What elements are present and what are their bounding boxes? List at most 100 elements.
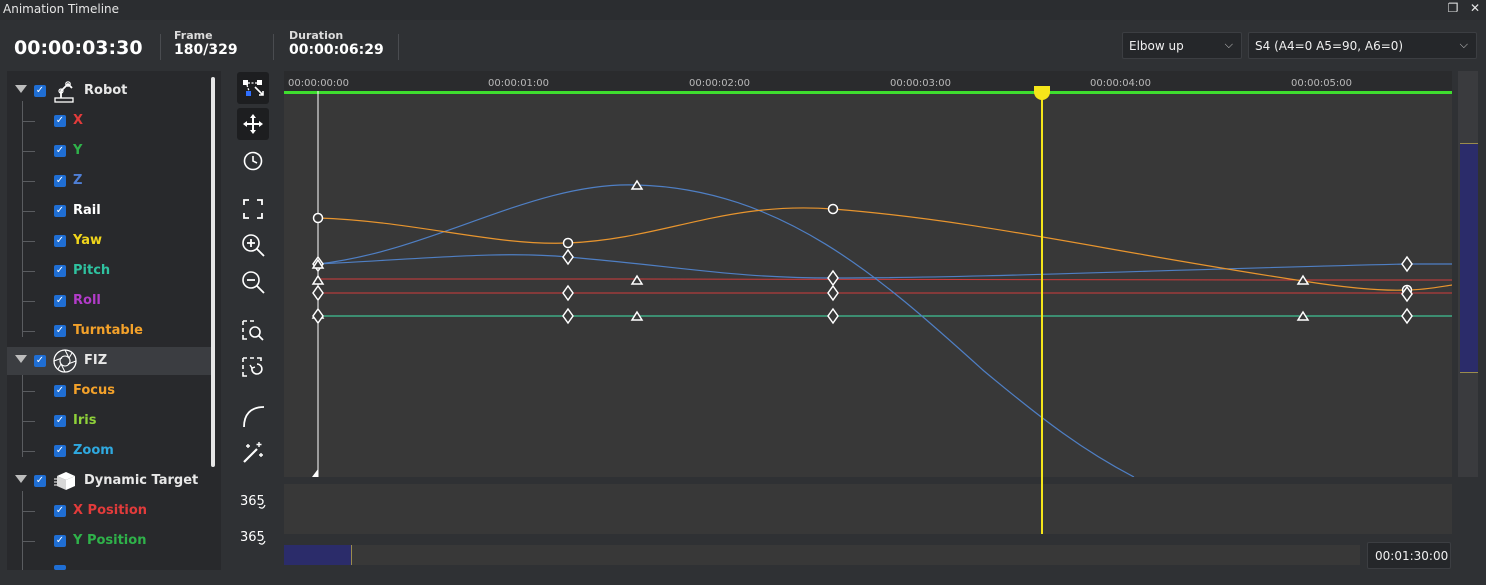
tree-item-roll[interactable]: ✓ Roll <box>7 287 211 315</box>
365-a-icon: 365 <box>240 494 266 509</box>
keyframe-diamond <box>312 284 324 302</box>
keyframe-diamond <box>562 284 574 302</box>
arm-config-select[interactable]: Elbow up ⌵ <box>1122 32 1242 59</box>
dynamic-target-checkbox[interactable]: ✓ <box>34 475 46 487</box>
tree-item-y[interactable]: ✓ Y <box>7 137 211 165</box>
rail-checkbox[interactable]: ✓ <box>54 205 66 217</box>
tree-item-y-position[interactable]: ✓ Y Position <box>7 527 211 555</box>
tree-item-dynamic-target[interactable]: ✓ Dynamic Target <box>7 467 211 495</box>
frame-label: Frame <box>174 29 213 42</box>
cube-icon <box>54 472 75 490</box>
y-checkbox[interactable]: ✓ <box>54 145 66 157</box>
z-checkbox[interactable]: ✓ <box>54 175 66 187</box>
keyframe-diamond <box>1401 307 1413 325</box>
x-checkbox[interactable]: ✓ <box>54 115 66 127</box>
title-bar: Animation Timeline ❐ ✕ <box>0 0 1486 20</box>
graph-vertical-scrollbar[interactable] <box>1458 71 1478 477</box>
roll-checkbox[interactable]: ✓ <box>54 295 66 307</box>
keyframe-circle <box>312 212 324 224</box>
iris-checkbox[interactable]: ✓ <box>54 415 66 427</box>
365-a-button[interactable]: 365 <box>237 485 269 517</box>
collapse-arrow-icon[interactable] <box>15 475 27 483</box>
tree-item-robot[interactable]: ✓ Robot <box>7 77 211 105</box>
end-time-field[interactable]: 00:01:30:00 <box>1367 542 1451 569</box>
reset-view-button[interactable] <box>237 352 269 384</box>
event-track[interactable] <box>284 484 1452 534</box>
keyframe-diamond <box>562 248 574 266</box>
collapse-arrow-icon[interactable] <box>15 355 27 363</box>
tree-item-label: Y Position <box>73 533 147 548</box>
tree-item-turntable[interactable]: ✓ Turntable <box>7 317 211 345</box>
zoom-in-button[interactable] <box>237 229 269 261</box>
robot-arm-icon <box>54 81 74 103</box>
close-button[interactable]: ✕ <box>1467 1 1483 15</box>
y-position-checkbox[interactable]: ✓ <box>54 535 66 547</box>
keyframe-diamond <box>562 307 574 325</box>
restore-button[interactable]: ❐ <box>1445 1 1461 15</box>
magic-wand-button[interactable] <box>237 437 269 469</box>
zoom-out-button[interactable] <box>237 266 269 298</box>
z2-curve <box>317 184 1135 477</box>
curve-graph[interactable]: 00:00:00:00 00:00:01:00 00:00:02:00 00:0… <box>284 71 1452 477</box>
tree-item-z[interactable]: ✓ Z <box>7 167 211 195</box>
tree-scrollbar[interactable] <box>211 77 215 467</box>
fiz-checkbox[interactable]: ✓ <box>34 355 46 367</box>
tree-item-yaw[interactable]: ✓ Yaw <box>7 227 211 255</box>
x-curve <box>318 278 1452 281</box>
curve-edit-tool-button[interactable] <box>237 72 269 104</box>
time-tool-button[interactable] <box>237 145 269 177</box>
timeline-header: 00:00:03:30 Frame 180/329 Duration 00:00… <box>0 20 1486 70</box>
tree-item-x[interactable]: ✓ X <box>7 107 211 135</box>
keyframe-diamond <box>827 284 839 302</box>
divider <box>273 34 274 60</box>
tree-item-fiz[interactable]: ✓ FIZ <box>7 347 211 375</box>
keyframe-triangle <box>311 274 325 285</box>
playhead-line[interactable] <box>1041 93 1043 534</box>
tree-item-iris[interactable]: ✓ Iris <box>7 407 211 435</box>
svg-text:365: 365 <box>240 494 265 509</box>
curve-interpolation-button[interactable] <box>237 400 269 432</box>
lens-aperture-icon <box>53 349 77 373</box>
tree-item-label: FIZ <box>84 353 108 368</box>
robot-checkbox[interactable]: ✓ <box>34 85 46 97</box>
divider <box>160 34 161 60</box>
pitch-checkbox[interactable]: ✓ <box>54 265 66 277</box>
365-b-button[interactable]: 365 <box>237 521 269 553</box>
focus-checkbox[interactable]: ✓ <box>54 385 66 397</box>
channel-tree: ✓ Robot ✓ X ✓ Y ✓ Z ✓ Rail ✓ Yaw ✓ Pitch… <box>7 71 221 570</box>
start-marker-triangle <box>312 469 318 477</box>
x-position-checkbox[interactable]: ✓ <box>54 505 66 517</box>
curves-canvas[interactable] <box>284 71 1452 477</box>
tool-strip: 365 365 <box>229 71 279 570</box>
turntable-checkbox[interactable]: ✓ <box>54 325 66 337</box>
vertical-scroll-thumb[interactable] <box>1460 143 1478 373</box>
horizontal-scroll-thumb[interactable] <box>284 545 352 565</box>
collapse-arrow-icon[interactable] <box>15 85 27 93</box>
current-timecode: 00:00:03:30 <box>14 37 143 59</box>
keyframe-triangle <box>630 274 644 285</box>
tree-item-label: Iris <box>73 413 97 428</box>
chevron-down-icon: ⌵ <box>1224 38 1233 51</box>
365-b-icon: 365 <box>240 530 266 545</box>
tree-item-focus[interactable]: ✓ Focus <box>7 377 211 405</box>
divider <box>398 34 399 60</box>
yaw-checkbox[interactable]: ✓ <box>54 235 66 247</box>
tree-item-label: Turntable <box>73 323 143 338</box>
pose-value: S4 (A4=0 A5=90, A6=0) <box>1255 39 1404 53</box>
time-tool-icon <box>242 150 263 171</box>
tree-item-label: Robot <box>84 83 128 98</box>
tree-item-rail[interactable]: ✓ Rail <box>7 197 211 225</box>
tree-item-x-position[interactable]: ✓ X Position <box>7 497 211 525</box>
tree-item-pitch[interactable]: ✓ Pitch <box>7 257 211 285</box>
timeline-horizontal-scrollbar[interactable] <box>284 545 1360 565</box>
keyframe-diamond <box>312 307 324 325</box>
zoom-checkbox[interactable]: ✓ <box>54 445 66 457</box>
move-keys-tool-button[interactable] <box>237 108 269 140</box>
tree-item-zoom[interactable]: ✓ Zoom <box>7 437 211 465</box>
svg-text:365: 365 <box>240 530 265 545</box>
fit-view-button[interactable] <box>237 193 269 225</box>
zoom-selection-button[interactable] <box>237 315 269 347</box>
next-checkbox-partial[interactable] <box>54 565 66 570</box>
window-title: Animation Timeline <box>3 2 120 16</box>
pose-select[interactable]: S4 (A4=0 A5=90, A6=0) ⌵ <box>1248 32 1477 59</box>
